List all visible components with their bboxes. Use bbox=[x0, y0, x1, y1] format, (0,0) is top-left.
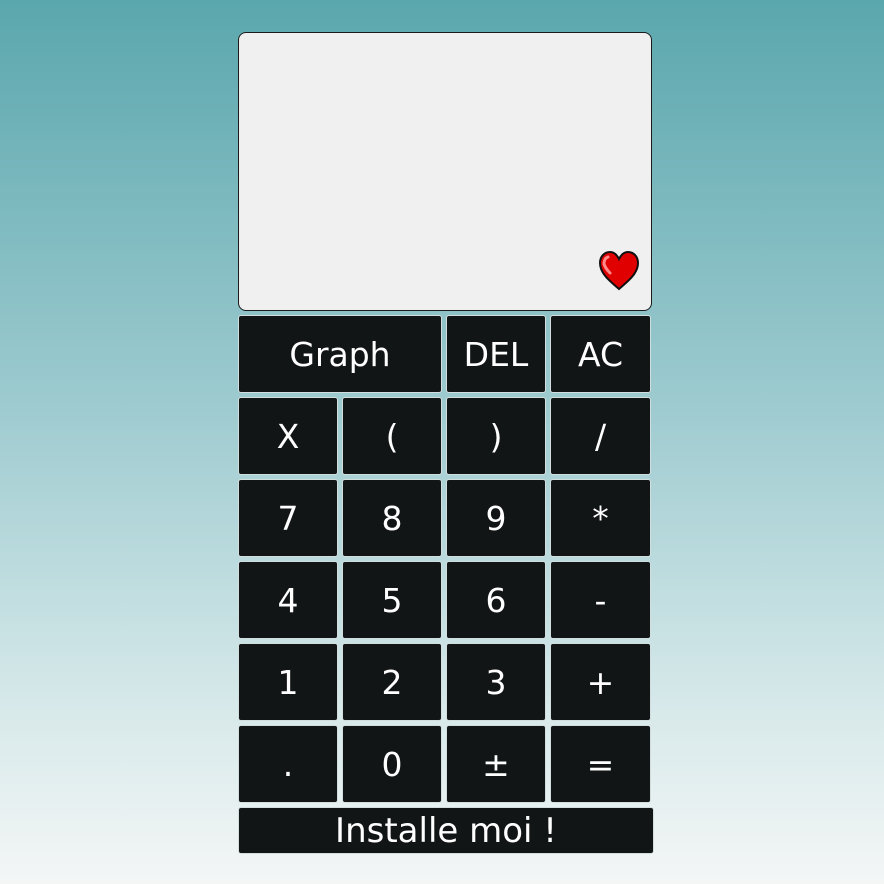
divide-button[interactable]: / bbox=[550, 397, 651, 475]
display-output bbox=[251, 43, 639, 75]
digit-3-button[interactable]: 3 bbox=[446, 643, 546, 721]
equals-button[interactable]: = bbox=[550, 725, 651, 803]
calculator: Graph DEL AC X ( ) / 7 8 9 * 4 5 6 - 1 2… bbox=[238, 32, 654, 854]
digit-9-button[interactable]: 9 bbox=[446, 479, 546, 557]
all-clear-button[interactable]: AC bbox=[550, 315, 651, 393]
open-paren-button[interactable]: ( bbox=[342, 397, 442, 475]
minus-button[interactable]: - bbox=[550, 561, 651, 639]
digit-0-button[interactable]: 0 bbox=[342, 725, 442, 803]
digit-7-button[interactable]: 7 bbox=[238, 479, 338, 557]
keypad: Graph DEL AC X ( ) / 7 8 9 * 4 5 6 - 1 2… bbox=[238, 315, 654, 803]
close-paren-button[interactable]: ) bbox=[446, 397, 546, 475]
install-button[interactable]: Installe moi ! bbox=[238, 807, 654, 854]
delete-button[interactable]: DEL bbox=[446, 315, 546, 393]
heart-icon[interactable] bbox=[597, 250, 641, 292]
calculator-display bbox=[238, 32, 652, 311]
digit-2-button[interactable]: 2 bbox=[342, 643, 442, 721]
plus-minus-button[interactable]: ± bbox=[446, 725, 546, 803]
variable-x-button[interactable]: X bbox=[238, 397, 338, 475]
graph-button[interactable]: Graph bbox=[238, 315, 442, 393]
digit-1-button[interactable]: 1 bbox=[238, 643, 338, 721]
digit-4-button[interactable]: 4 bbox=[238, 561, 338, 639]
decimal-button[interactable]: . bbox=[238, 725, 338, 803]
digit-5-button[interactable]: 5 bbox=[342, 561, 442, 639]
plus-button[interactable]: + bbox=[550, 643, 651, 721]
multiply-button[interactable]: * bbox=[550, 479, 651, 557]
digit-6-button[interactable]: 6 bbox=[446, 561, 546, 639]
digit-8-button[interactable]: 8 bbox=[342, 479, 442, 557]
